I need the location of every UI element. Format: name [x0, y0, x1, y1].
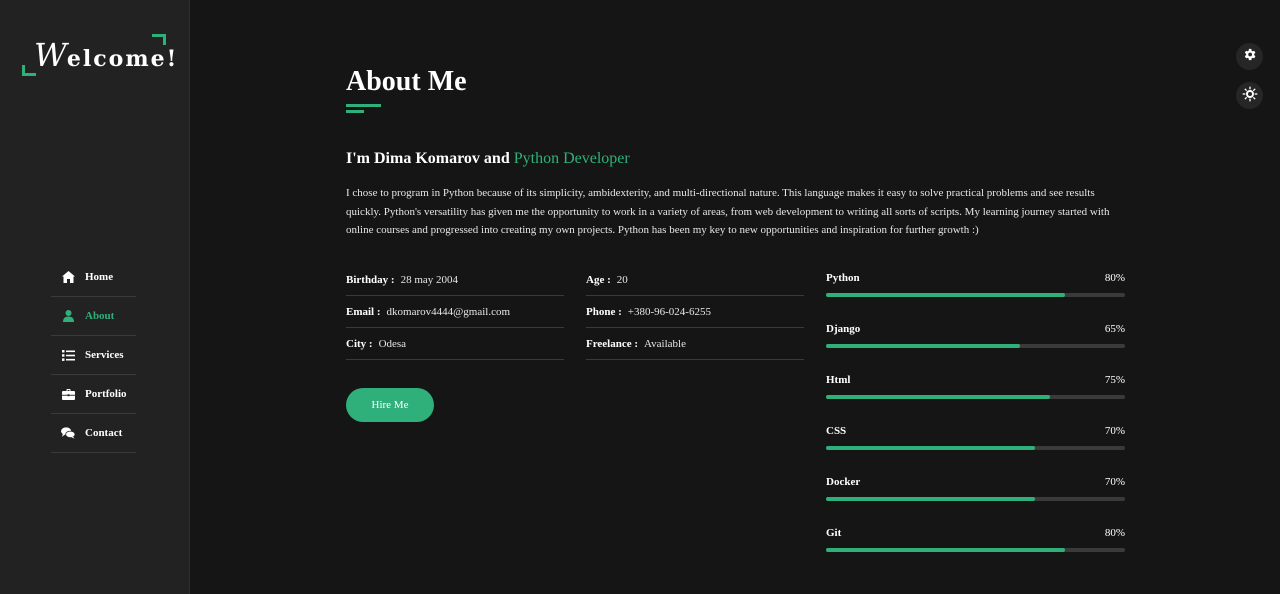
sidebar: Welcome! Home About Services Portfolio C… [0, 0, 190, 594]
list-icon [61, 348, 75, 362]
briefcase-icon [61, 387, 75, 401]
info-value: 28 may 2004 [400, 273, 459, 286]
title-underline-long [346, 104, 381, 107]
nav-label-home: Home [85, 271, 114, 283]
section-title: About Me [346, 66, 467, 97]
skill-progress-fill [826, 344, 1021, 348]
hire-me-button[interactable]: Hire Me [346, 388, 434, 422]
nav-label-services: Services [85, 349, 124, 361]
intro-heading: I'm Dima Komarov and Python Developer [346, 150, 630, 168]
info-row-freelance: Freelance : Available [586, 328, 804, 360]
skill-progress-fill [826, 497, 1036, 501]
skill-django: Django 65% [826, 322, 1125, 373]
info-key: Email : [346, 305, 381, 318]
nav-label-contact: Contact [85, 427, 123, 439]
skill-name: Docker [826, 476, 861, 488]
info-row-phone: Phone : +380-96-024-6255 [586, 296, 804, 328]
skill-docker: Docker 70% [826, 475, 1125, 526]
skill-percent: 65% [1104, 323, 1125, 335]
skill-progress-track [826, 497, 1125, 501]
skill-name: Django [826, 323, 861, 335]
theme-toggle-button[interactable] [1236, 82, 1263, 109]
skill-progress-fill [826, 293, 1066, 297]
info-value[interactable]: dkomarov4444@gmail.com [387, 306, 510, 318]
sun-icon [1242, 86, 1258, 106]
info-row-birthday: Birthday : 28 may 2004 [346, 264, 564, 296]
logo-text: Welcome! [34, 36, 178, 74]
skill-name: Html [826, 374, 851, 386]
info-key: City : [346, 337, 373, 350]
nav-item-home[interactable]: Home [51, 258, 136, 297]
info-key: Birthday : [346, 273, 395, 286]
info-row-email: Email : dkomarov4444@gmail.com [346, 296, 564, 328]
info-column-right: Age : 20 Phone : +380-96-024-6255 Freela… [586, 264, 804, 360]
skill-progress-fill [826, 446, 1036, 450]
intro-prefix: I'm Dima Komarov and [346, 150, 510, 167]
skill-css: CSS 70% [826, 424, 1125, 475]
bio-text: I chose to program in Python because of … [346, 187, 1110, 236]
skill-python: Python 80% [826, 271, 1125, 322]
logo-rest: elcome! [66, 46, 179, 72]
nav-label-about: About [85, 310, 115, 322]
skills-list: Python 80% Django 65% Html 75% CSS 70% D… [826, 271, 1125, 577]
skill-percent: 80% [1104, 272, 1125, 284]
skill-progress-track [826, 344, 1125, 348]
logo-first-letter: W [34, 36, 67, 74]
info-key: Phone : [586, 305, 622, 318]
skill-git: Git 80% [826, 526, 1125, 577]
info-column-left: Birthday : 28 may 2004 Email : dkomarov4… [346, 264, 564, 360]
skill-progress-track [826, 548, 1125, 552]
skill-progress-fill [826, 395, 1051, 399]
user-icon [61, 309, 75, 323]
nav-item-services[interactable]: Services [51, 336, 136, 375]
skill-name: Python [826, 272, 860, 284]
skill-progress-track [826, 446, 1125, 450]
skill-percent: 80% [1104, 527, 1125, 539]
nav-item-portfolio[interactable]: Portfolio [51, 375, 136, 414]
skill-progress-fill [826, 548, 1066, 552]
title-underline-short [346, 110, 364, 113]
skill-progress-track [826, 395, 1125, 399]
skill-name: Git [826, 527, 842, 539]
nav-item-contact[interactable]: Contact [51, 414, 136, 453]
info-key: Freelance : [586, 337, 639, 350]
info-row-age: Age : 20 [586, 264, 804, 296]
info-value: Odesa [378, 337, 407, 350]
info-value[interactable]: +380-96-024-6255 [628, 306, 711, 318]
skill-percent: 70% [1104, 425, 1125, 437]
info-row-city: City : Odesa [346, 328, 564, 360]
info-key: Age : [586, 273, 611, 286]
nav-item-about[interactable]: About [51, 297, 136, 336]
info-value: 20 [616, 273, 628, 286]
home-icon [61, 270, 75, 284]
skill-percent: 75% [1104, 374, 1125, 386]
skill-progress-track [826, 293, 1125, 297]
intro-role: Python Developer [513, 150, 630, 167]
chat-icon [61, 426, 75, 440]
nav-label-portfolio: Portfolio [85, 388, 127, 400]
skill-name: CSS [826, 425, 847, 437]
gear-icon [1242, 47, 1257, 66]
main-nav: Home About Services Portfolio Contact [51, 258, 136, 453]
info-value: Available [644, 337, 686, 350]
skill-html: Html 75% [826, 373, 1125, 424]
style-switcher-button[interactable] [1236, 43, 1263, 70]
logo[interactable]: Welcome! [22, 34, 176, 76]
skill-percent: 70% [1104, 476, 1125, 488]
